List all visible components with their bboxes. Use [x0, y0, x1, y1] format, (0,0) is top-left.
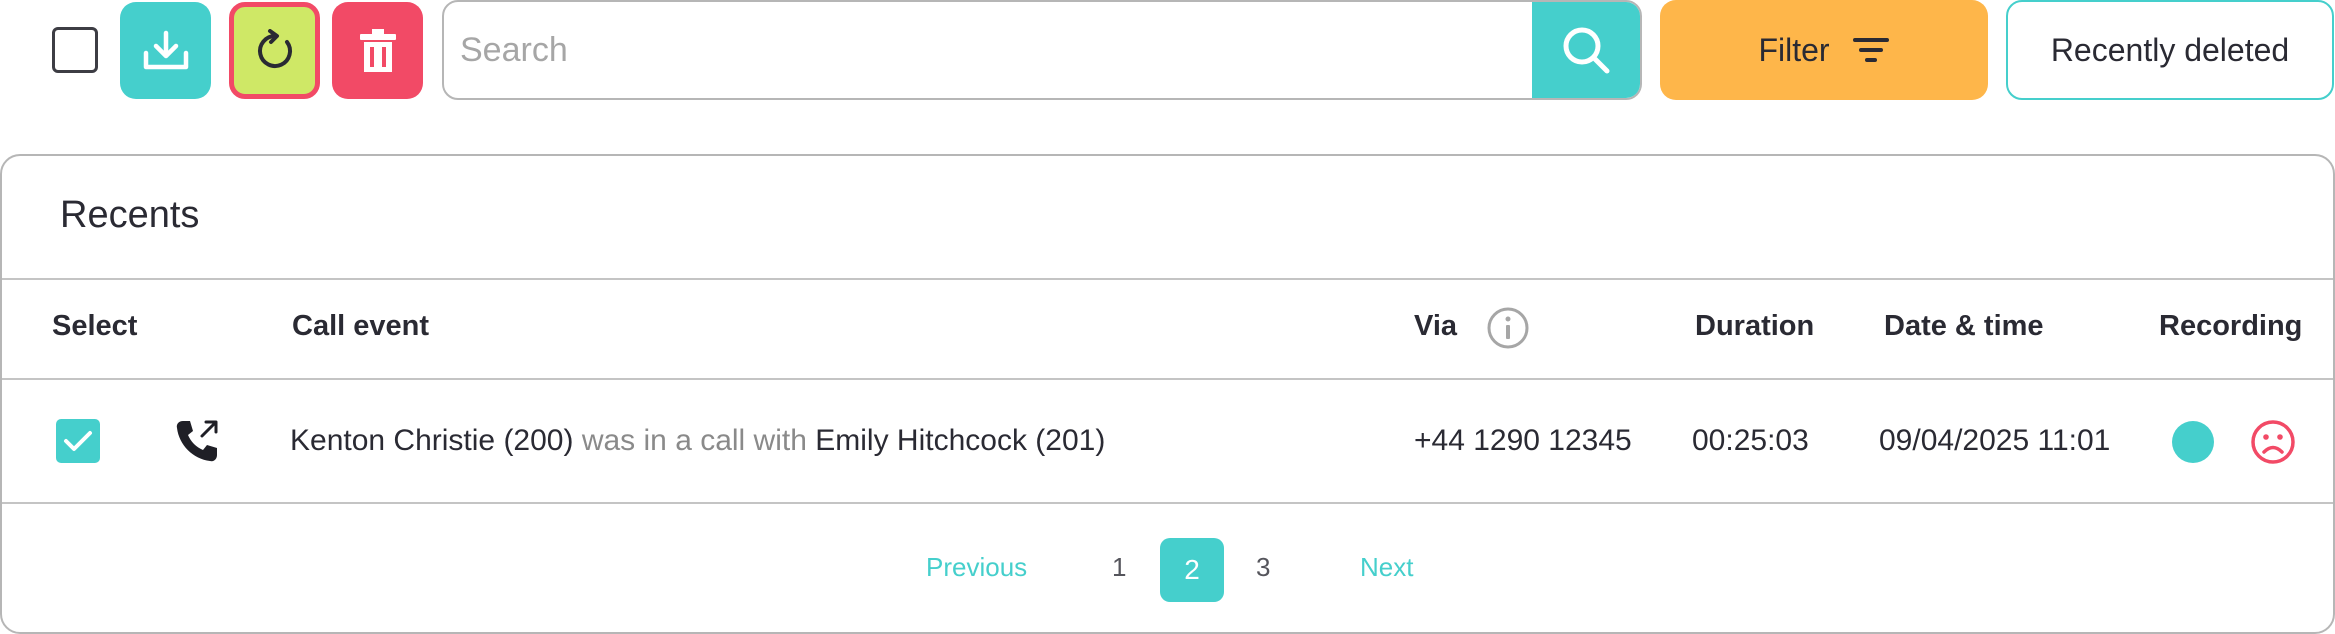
pagination-page-2[interactable]: 2 [1160, 538, 1224, 602]
callee-name: Emily Hitchcock (201) [815, 424, 1106, 457]
divider [2, 278, 2333, 280]
sad-face-icon[interactable] [2250, 419, 2296, 465]
pagination-previous[interactable]: Previous [926, 552, 1027, 583]
refresh-button[interactable] [229, 2, 320, 99]
call-datetime: 09/04/2025 11:01 [1879, 424, 2111, 457]
select-all-checkbox[interactable] [52, 27, 98, 73]
divider [2, 378, 2333, 380]
recording-indicator[interactable] [2172, 421, 2214, 463]
row-select-checkbox[interactable] [56, 419, 100, 463]
column-header-datetime: Date & time [1884, 310, 2044, 342]
card-title: Recents [60, 194, 200, 236]
info-icon[interactable] [1486, 306, 1530, 350]
recently-deleted-button[interactable]: Recently deleted [2006, 0, 2334, 100]
search-input[interactable] [444, 2, 1534, 98]
call-log-page: Filter Recently deleted Recents Select C… [0, 0, 2335, 634]
pagination-page-1[interactable]: 1 [1112, 552, 1126, 583]
call-duration: 00:25:03 [1692, 424, 1809, 457]
column-header-select: Select [52, 310, 138, 342]
toolbar: Filter Recently deleted [0, 0, 2335, 100]
check-icon [64, 431, 92, 451]
call-event-text: Kenton Christie (200) was in a call with… [290, 424, 1105, 458]
column-header-call-event: Call event [292, 310, 429, 342]
download-button[interactable] [120, 2, 211, 99]
divider [2, 502, 2333, 504]
search-box [442, 0, 1642, 100]
filter-button[interactable]: Filter [1660, 0, 1988, 100]
via-number: +44 1290 12345 [1414, 424, 1632, 457]
filter-lines-icon [1852, 38, 1889, 62]
refresh-icon [257, 28, 292, 68]
caller-name: Kenton Christie (200) [290, 424, 574, 457]
pagination-current-label: 2 [1184, 554, 1200, 585]
outgoing-call-icon [176, 420, 218, 462]
column-header-recording: Recording [2159, 310, 2303, 342]
column-header-via: Via [1414, 310, 1458, 342]
search-icon [1563, 27, 1610, 74]
trash-icon [359, 28, 396, 72]
pagination-page-3[interactable]: 3 [1256, 552, 1270, 583]
search-button[interactable] [1532, 2, 1640, 98]
call-connector-text: was in a call with [573, 424, 816, 457]
filter-label: Filter [1758, 31, 1830, 68]
recents-card: Recents Select Call event Via Duration D… [0, 154, 2335, 634]
recently-deleted-label: Recently deleted [2050, 31, 2290, 68]
pagination-next[interactable]: Next [1360, 552, 1413, 583]
column-header-duration: Duration [1695, 310, 1815, 342]
delete-button[interactable] [332, 2, 423, 99]
download-icon [143, 30, 188, 69]
